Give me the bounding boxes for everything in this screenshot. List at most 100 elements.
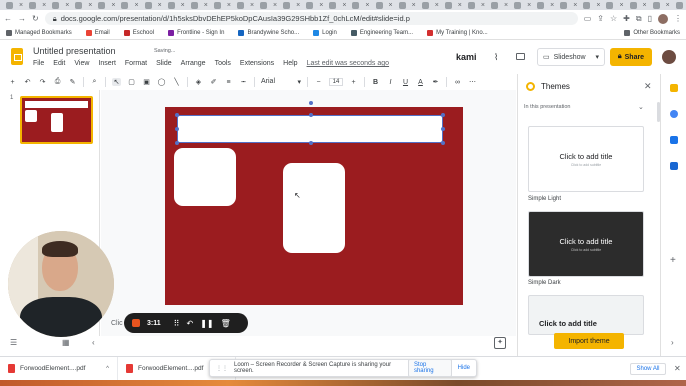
theme-card-simple-light[interactable]: Click to add title Click to add subtitle (528, 126, 644, 192)
close-icon[interactable]: × (42, 2, 46, 9)
keep-icon[interactable] (670, 84, 678, 92)
tab-favicon[interactable] (98, 1, 106, 9)
increase-font-icon[interactable]: + (349, 79, 358, 86)
profile-avatar[interactable] (658, 13, 668, 24)
download-item[interactable]: ForwoodElement....pdf ^ (0, 357, 118, 380)
close-icon[interactable]: ✕ (674, 364, 681, 373)
resize-handle[interactable] (441, 113, 445, 117)
menu-extensions[interactable]: Extensions (240, 60, 274, 67)
show-all-button[interactable]: Show All (630, 363, 666, 375)
tab-favicon[interactable] (283, 1, 291, 9)
tab-favicon[interactable] (352, 1, 360, 9)
title-textbox[interactable] (177, 115, 443, 143)
resize-handle[interactable] (175, 127, 179, 131)
menu-arrange[interactable]: Arrange (181, 60, 206, 67)
close-icon[interactable]: × (319, 2, 323, 9)
restart-icon[interactable]: ↶ (186, 319, 193, 328)
add-addon-icon[interactable]: + (670, 255, 676, 266)
border-weight-icon[interactable]: ≡ (224, 79, 233, 86)
tab-favicon[interactable] (167, 1, 175, 9)
tab-favicon[interactable] (144, 1, 152, 9)
browser-menu-icon[interactable]: ⋮ (674, 14, 682, 23)
bookmark-eschool[interactable]: Eschool (123, 30, 154, 36)
close-icon[interactable]: × (296, 2, 300, 9)
forward-icon[interactable]: → (18, 14, 26, 23)
bookmark-engineering[interactable]: Engineering Team... (350, 30, 413, 36)
close-icon[interactable]: × (619, 2, 623, 9)
tab-favicon[interactable] (190, 1, 198, 9)
more-icon[interactable]: ⋯ (468, 78, 477, 86)
tab-favicon[interactable] (675, 1, 683, 9)
tab-favicon[interactable] (467, 1, 475, 9)
pause-icon[interactable]: ❚❚ (200, 319, 213, 328)
tab-favicon[interactable] (398, 1, 406, 9)
close-icon[interactable]: × (88, 2, 92, 9)
close-icon[interactable]: × (389, 2, 393, 9)
close-icon[interactable]: × (273, 2, 277, 9)
slideshow-button[interactable]: ▭ Slideshow ▾ (537, 48, 605, 66)
reload-icon[interactable]: ↻ (32, 14, 39, 23)
tab-favicon[interactable] (75, 1, 83, 9)
image-icon[interactable]: ▣ (142, 78, 151, 86)
rotate-handle[interactable] (309, 101, 313, 105)
close-icon[interactable]: × (19, 2, 23, 9)
tab-favicon[interactable] (29, 1, 37, 9)
menu-slide[interactable]: Slide (156, 60, 172, 67)
undo-icon[interactable]: ↶ (23, 78, 32, 86)
tab-favicon[interactable] (329, 1, 337, 9)
link-icon[interactable]: ∞ (453, 79, 462, 86)
explore-icon[interactable]: ✦ (494, 337, 506, 349)
resize-handle[interactable] (309, 141, 313, 145)
underline-icon[interactable]: U (401, 79, 410, 86)
menu-insert[interactable]: Insert (98, 60, 116, 67)
tab-favicon[interactable] (260, 1, 268, 9)
tab-favicon[interactable] (514, 1, 522, 9)
drag-handle-icon[interactable]: ⠿ (174, 319, 180, 328)
sidebar-icon[interactable]: ▯ (648, 14, 652, 23)
chevron-down-icon[interactable]: ⌄ (638, 103, 644, 111)
cast-icon[interactable]: ▭ (584, 14, 592, 23)
contacts-icon[interactable] (670, 136, 678, 144)
menu-help[interactable]: Help (283, 60, 297, 67)
close-icon[interactable]: × (412, 2, 416, 9)
line-icon[interactable]: ╲ (172, 78, 181, 86)
tab-favicon[interactable] (583, 1, 591, 9)
close-icon[interactable]: × (134, 2, 138, 9)
bookmark-login[interactable]: Login (313, 30, 337, 36)
close-icon[interactable]: × (481, 2, 485, 9)
close-icon[interactable]: × (365, 2, 369, 9)
font-size-input[interactable]: 14 (329, 78, 343, 86)
slide-thumbnail[interactable] (20, 96, 93, 144)
close-icon[interactable]: ✕ (644, 81, 652, 92)
close-icon[interactable]: × (573, 2, 577, 9)
resize-handle[interactable] (175, 113, 179, 117)
bookmark-brandywine[interactable]: Brandywine Scho... (238, 30, 299, 36)
tab-favicon[interactable] (537, 1, 545, 9)
close-icon[interactable]: × (65, 2, 69, 9)
resize-handle[interactable] (175, 141, 179, 145)
tab-favicon[interactable] (560, 1, 568, 9)
theme-card[interactable]: Click to add title (528, 295, 644, 335)
close-icon[interactable]: × (435, 2, 439, 9)
bookmark-email[interactable]: Email (85, 30, 110, 36)
tab-favicon[interactable] (52, 1, 60, 9)
chevron-down-icon[interactable]: ▾ (595, 53, 604, 61)
bookmark-managed[interactable]: Managed Bookmarks (6, 30, 72, 36)
import-theme-button[interactable]: Import theme (554, 333, 624, 349)
close-icon[interactable]: × (250, 2, 254, 9)
bold-icon[interactable]: B (371, 79, 380, 86)
tab-favicon[interactable] (236, 1, 244, 9)
paint-format-icon[interactable]: ✎ (68, 78, 77, 86)
share-button[interactable]: 🔒︎ Share (610, 48, 652, 66)
close-icon[interactable]: × (204, 2, 208, 9)
grip-icon[interactable]: ⋮⋮ (216, 365, 228, 372)
last-edit-link[interactable]: Last edit was seconds ago (307, 60, 390, 67)
hide-button[interactable]: Hide (458, 365, 470, 371)
kami-button[interactable]: kami (456, 52, 477, 62)
zoom-icon[interactable]: ⌕ (90, 78, 99, 86)
theme-card-simple-dark[interactable]: Click to add title Click to add subtitle (528, 211, 644, 277)
close-icon[interactable]: × (111, 2, 115, 9)
bookmark-training[interactable]: My Training | Kno... (427, 30, 488, 36)
new-slide-icon[interactable]: + (8, 79, 17, 86)
tab-favicon[interactable] (421, 1, 429, 9)
